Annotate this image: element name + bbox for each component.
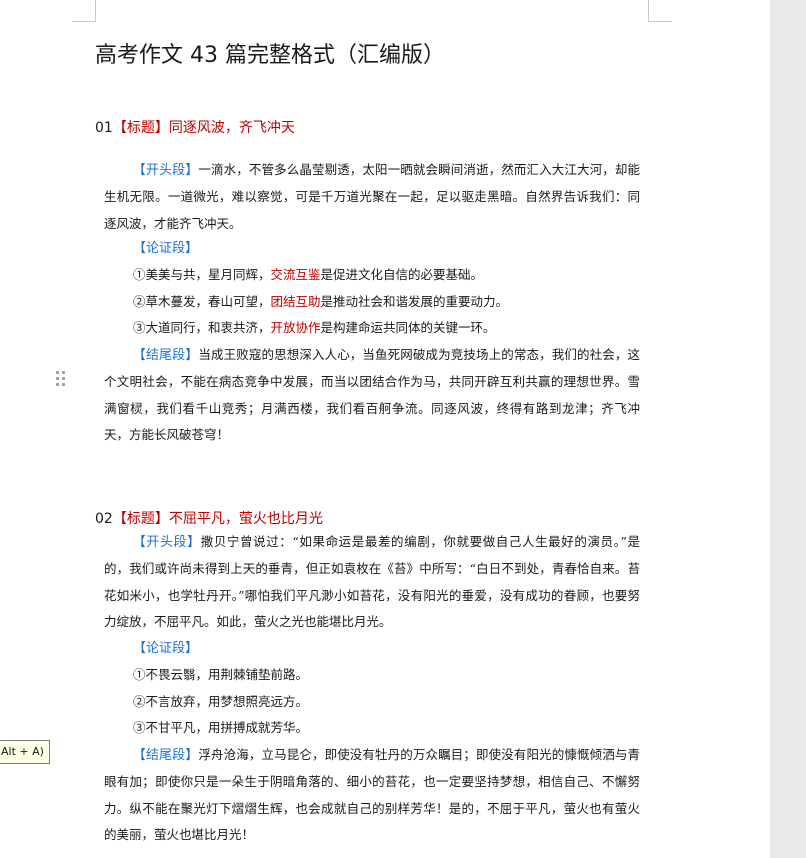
crop-mark-left (95, 0, 96, 21)
title-tag: 【标题】 (112, 511, 169, 527)
drag-handle-icon[interactable] (56, 371, 66, 387)
closing-paragraph: 【结尾段】浮舟沧海，立马昆仑，即使没有牡丹的万众瞩目；即使没有阳光的慷慨倾洒与青… (104, 742, 640, 848)
argument-line: ①美美与共，星月同辉，交流互鉴是促进文化自信的必要基础。 (133, 262, 483, 288)
argument-line: ①不畏云翳，用荆棘铺垫前路。 (133, 667, 309, 682)
argument-text: ①美美与共，星月同辉， (133, 267, 271, 282)
essay-heading: 02【标题】不屈平凡，萤火也比月光 (95, 508, 323, 528)
document-title: 高考作文 43 篇完整格式（汇编版） (95, 43, 445, 68)
argument-highlight: 交流互鉴 (270, 267, 321, 282)
argument-text: ②草木蔓发，春山可望， (133, 294, 271, 309)
argument-line: ②不言放弃，用梦想照亮远方。 (133, 694, 309, 709)
argument-line: ③不甘平凡，用拼搏成就芳华。 (133, 720, 309, 735)
title-tag: 【标题】 (112, 120, 169, 136)
closing-label: 【结尾段】 (132, 748, 199, 763)
document-page: 高考作文 43 篇完整格式（汇编版） 01【标题】同逐风波，齐飞冲天 【开头段】… (0, 0, 770, 858)
argument-line: ②草木蔓发，春山可望，团结互助是推动社会和谐发展的重要动力。 (133, 289, 508, 315)
crop-mark-left-h (72, 21, 96, 22)
window-gutter (770, 0, 806, 858)
crop-mark-right-h (648, 21, 672, 22)
argument-text: ③大道同行，和衷共济， (133, 320, 271, 335)
argument-text: 是促进文化自信的必要基础。 (320, 267, 484, 282)
essay-title: 不屈平凡，萤火也比月光 (168, 511, 323, 527)
crop-mark-right (648, 0, 649, 21)
argument-line: ③大道同行，和衷共济，开放协作是构建命运共同体的关键一环。 (133, 315, 496, 341)
opening-paragraph: 【开头段】一滴水，不管多么晶莹剔透，太阳一晒就会瞬间消逝，然而汇入大江大河，却能… (104, 157, 640, 237)
opening-paragraph: 【开头段】撒贝宁曾说过：“如果命运是最差的编剧，你就要做自己人生最好的演员。”是… (104, 529, 640, 635)
argument-label: 【论证段】 (133, 241, 199, 256)
opening-label: 【开头段】 (132, 535, 201, 550)
argument-highlight: 开放协作 (270, 320, 321, 335)
essay-heading: 01【标题】同逐风波，齐飞冲天 (95, 117, 295, 137)
argument-text: 是推动社会和谐发展的重要动力。 (320, 294, 509, 309)
essay-title: 同逐风波，齐飞冲天 (168, 120, 295, 136)
shortcut-tooltip: Alt + A) (0, 740, 50, 764)
essay-number: 02 (95, 511, 113, 527)
opening-label: 【开头段】 (132, 163, 199, 178)
argument-label: 【论证段】 (133, 641, 199, 656)
argument-highlight: 团结互助 (270, 294, 321, 309)
closing-label: 【结尾段】 (132, 348, 199, 363)
essay-number: 01 (95, 120, 113, 136)
argument-text: 是构建命运共同体的关键一环。 (320, 320, 496, 335)
closing-paragraph: 【结尾段】当成王败寇的思想深入人心，当鱼死网破成为竞技场上的常态，我们的社会，这… (104, 342, 640, 448)
